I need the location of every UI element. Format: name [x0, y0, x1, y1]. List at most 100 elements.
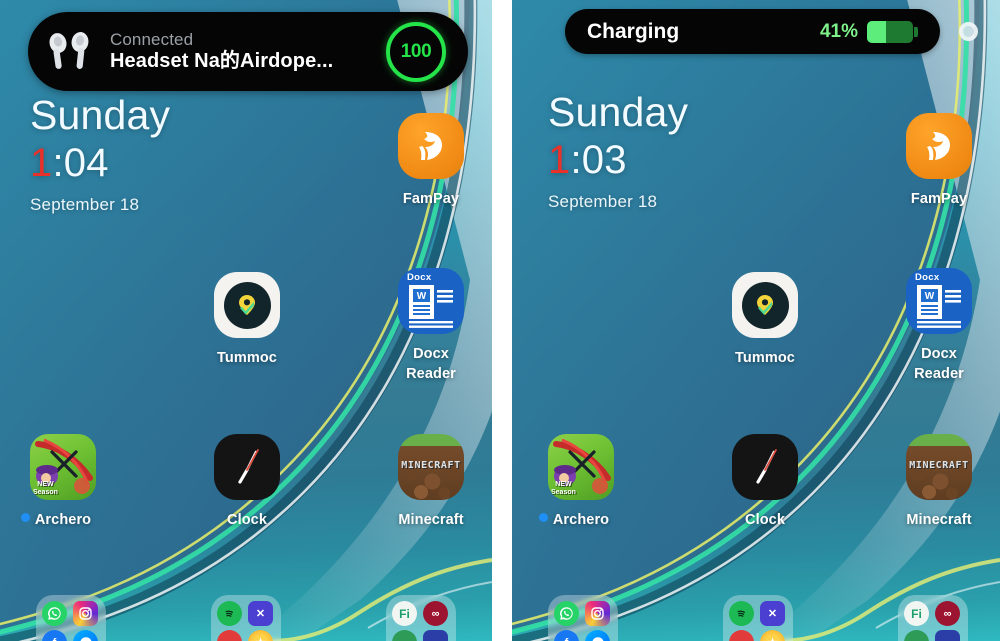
app-archero[interactable]: NEW Season Archero	[8, 434, 118, 530]
app-label: Tummoc	[735, 350, 795, 366]
app-label: Docx Reader	[914, 344, 964, 384]
screenshot-stage: Connected Headset Na的Airdope... 100 Sund…	[0, 0, 1000, 641]
whatsapp-icon[interactable]	[42, 601, 67, 626]
messenger-icon[interactable]	[585, 630, 610, 641]
clock-day: Sunday	[30, 92, 171, 138]
app-clock[interactable]: Clock	[192, 434, 302, 530]
app-fampay[interactable]: FamPay	[376, 113, 486, 209]
app-archero[interactable]: NEW Season Archero	[526, 434, 636, 530]
docx-tag-label: Docx	[407, 272, 432, 283]
battery-percent-value: 100	[400, 40, 432, 62]
clock-hour: 1	[30, 141, 53, 186]
badge-line1: NEW	[555, 481, 572, 489]
new-app-dot	[538, 513, 548, 522]
app-minecraft[interactable]: MINECRAFT Minecraft	[884, 434, 994, 530]
app-label: Archero	[20, 510, 92, 530]
notification-text-block: Connected Headset Na的Airdope...	[110, 30, 386, 72]
docx-tag-label: Docx	[915, 272, 940, 283]
instagram-icon[interactable]	[73, 601, 98, 626]
instagram-icon[interactable]	[585, 601, 610, 626]
minecraft-tile-text: MINECRAFT	[909, 460, 969, 471]
dock-folder-social[interactable]: f	[548, 595, 618, 641]
charging-notification-pill[interactable]: Charging 41%	[565, 9, 940, 54]
spotify-icon[interactable]	[729, 601, 754, 626]
spotify-icon[interactable]	[217, 601, 242, 626]
clock-minutes: :04	[52, 141, 109, 186]
app-minecraft[interactable]: MINECRAFT Minecraft	[376, 434, 486, 530]
facebook-icon[interactable]: f	[42, 630, 67, 641]
facebook-icon[interactable]: f	[554, 630, 579, 641]
archero-new-season-badge: NEW Season	[551, 481, 576, 496]
messenger-icon[interactable]	[73, 630, 98, 641]
archero-new-season-badge: NEW Season	[33, 481, 58, 496]
blue-app-icon[interactable]	[423, 630, 448, 641]
notification-title: Headset Na的Airdope...	[110, 50, 334, 73]
new-app-dot	[20, 513, 30, 522]
app-label: Tummoc	[217, 350, 277, 366]
dock-folder-finance[interactable]: Fi ∞	[898, 595, 968, 641]
dock-right: f ✕ ★ Fi ∞	[512, 595, 1000, 641]
dock-folder-social[interactable]: f	[36, 595, 106, 641]
green-app-icon[interactable]	[904, 630, 929, 641]
camera-punch-hole	[959, 22, 978, 41]
minecraft-tile-text: MINECRAFT	[401, 460, 461, 471]
clock-date: September 18	[30, 195, 140, 215]
app-label: Archero	[538, 510, 610, 530]
dock-folder-media[interactable]: ✕ ★	[723, 595, 793, 641]
app-label: Clock	[227, 512, 267, 528]
charging-percent: 41%	[819, 20, 858, 42]
svg-text:W: W	[925, 291, 935, 302]
app-fampay[interactable]: FamPay	[884, 113, 994, 209]
infinity-icon[interactable]: ∞	[935, 601, 960, 626]
lockscreen-clock-widget-left[interactable]: Sunday 1:04 September 18	[30, 93, 170, 215]
app-docx-reader[interactable]: Docx W Docx Reader	[884, 268, 994, 384]
notification-subtitle: Connected	[110, 30, 194, 50]
fampay-icon	[906, 113, 972, 179]
fampay-icon	[398, 113, 464, 179]
clock-date: September 18	[548, 192, 658, 212]
red-app-icon[interactable]	[217, 630, 242, 641]
lockscreen-clock-widget-right[interactable]: Sunday 1:03 September 18	[548, 90, 688, 212]
badge-line1: NEW	[37, 481, 54, 489]
docx-reader-icon: Docx W	[398, 268, 464, 334]
blue-app-icon[interactable]	[935, 630, 960, 641]
fi-icon[interactable]: Fi	[392, 601, 417, 626]
app-label: Docx Reader	[406, 344, 456, 384]
airpods-notification-pill[interactable]: Connected Headset Na的Airdope... 100	[28, 12, 468, 91]
purple-app-icon[interactable]: ✕	[248, 601, 273, 626]
battery-icon	[867, 20, 918, 43]
app-label: FamPay	[402, 191, 460, 207]
app-label: FamPay	[910, 191, 968, 207]
dock-folder-finance[interactable]: Fi ∞	[386, 595, 456, 641]
docx-label-line2: Reader	[914, 366, 964, 382]
yellow-app-icon[interactable]: ★	[248, 630, 273, 641]
app-clock[interactable]: Clock	[710, 434, 820, 530]
archero-label-text: Archero	[552, 512, 610, 528]
archero-icon: NEW Season	[548, 434, 614, 500]
archero-label-text: Archero	[34, 512, 92, 528]
clock-minutes: :03	[570, 138, 627, 183]
badge-line2: Season	[551, 488, 576, 496]
dock-left: f ✕ ★ Fi ∞	[0, 595, 492, 641]
tummoc-icon	[214, 272, 280, 338]
docx-reader-icon: Docx W	[906, 268, 972, 334]
green-app-icon[interactable]	[392, 630, 417, 641]
app-tummoc[interactable]: Tummoc	[192, 272, 302, 368]
badge-line2: Season	[33, 488, 58, 496]
phone-screenshot-left: Connected Headset Na的Airdope... 100 Sund…	[0, 0, 492, 641]
app-tummoc[interactable]: Tummoc	[710, 272, 820, 368]
clock-icon	[214, 434, 280, 500]
yellow-app-icon[interactable]: ★	[760, 630, 785, 641]
docx-label-line2: Reader	[406, 366, 456, 382]
charging-label: Charging	[587, 19, 680, 43]
fi-icon[interactable]: Fi	[904, 601, 929, 626]
whatsapp-icon[interactable]	[554, 601, 579, 626]
infinity-icon[interactable]: ∞	[423, 601, 448, 626]
purple-app-icon[interactable]: ✕	[760, 601, 785, 626]
minecraft-icon: MINECRAFT	[906, 434, 972, 500]
docx-label-line1: Docx	[413, 346, 449, 362]
red-app-icon[interactable]	[729, 630, 754, 641]
dock-folder-media[interactable]: ✕ ★	[211, 595, 281, 641]
airpods-icon	[32, 30, 110, 74]
app-docx-reader[interactable]: Docx W Docx Reader	[376, 268, 486, 384]
